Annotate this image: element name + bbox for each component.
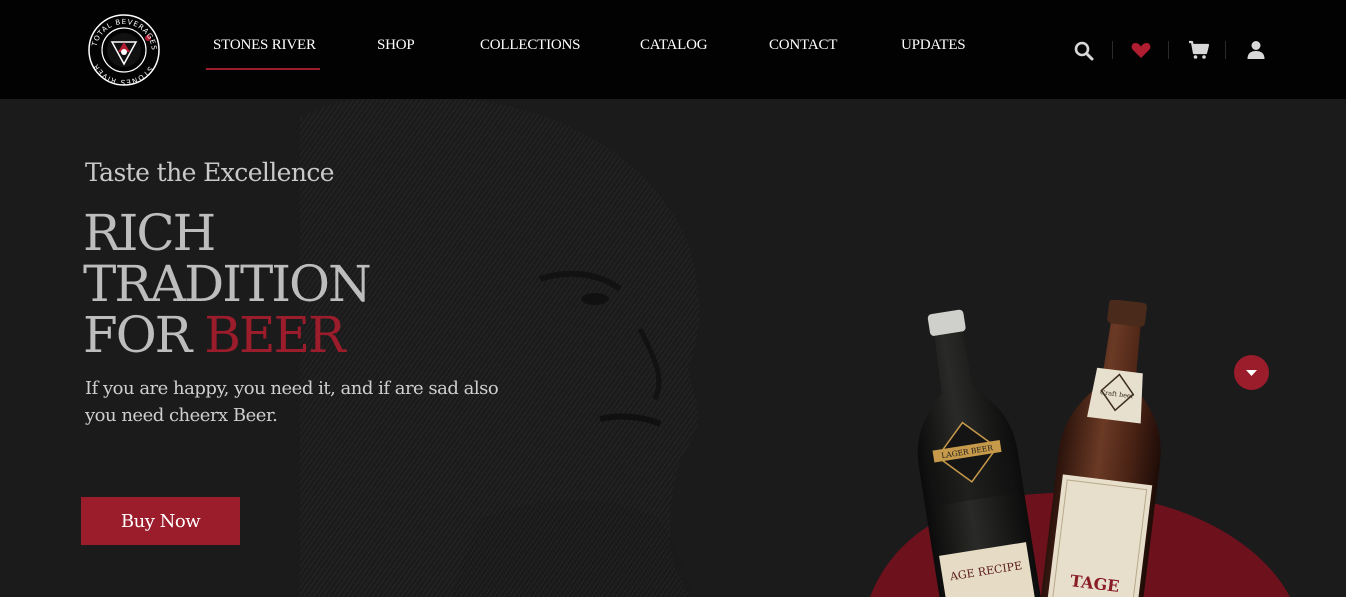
nav-shop[interactable]: SHOP xyxy=(377,37,415,54)
nav-catalog[interactable]: CATALOG xyxy=(640,37,708,54)
icon-divider xyxy=(1168,41,1169,59)
cart-icon[interactable] xyxy=(1187,38,1211,62)
buy-now-button[interactable]: Buy Now xyxy=(81,497,240,545)
nav-collections[interactable]: COLLECTIONS xyxy=(480,37,580,54)
icon-divider xyxy=(1225,41,1226,59)
hero-headline: RICH TRADITION FOR BEER xyxy=(83,204,372,361)
heart-icon[interactable] xyxy=(1129,38,1153,62)
icon-divider xyxy=(1112,41,1113,59)
active-nav-indicator xyxy=(206,68,320,70)
brand-logo[interactable] xyxy=(86,12,162,88)
search-icon[interactable] xyxy=(1072,38,1096,62)
nav-stones-river[interactable]: STONES RIVER xyxy=(213,37,316,54)
beer-bottles-image: LAGER BEER AGE RECIPE Craft beer TAGE xyxy=(870,300,1290,597)
headline-line-3: FOR BEER xyxy=(83,310,370,361)
hero-tagline: Taste the Excellence xyxy=(85,158,335,187)
hero-section: LAGER BEER AGE RECIPE Craft beer TAGE Ta… xyxy=(0,99,1346,597)
headline-line-1: RICH xyxy=(83,204,216,262)
nav-updates[interactable]: UPDATES xyxy=(901,37,966,54)
nav-contact[interactable]: CONTACT xyxy=(769,37,837,54)
hero-subtitle: If you are happy, you need it, and if ar… xyxy=(85,378,499,426)
headline-line-2: TRADITION xyxy=(83,255,372,313)
headline-beer: BEER xyxy=(204,306,345,364)
site-header: TOTAL BEVERAGES STONES RIVER STONES RIVE… xyxy=(0,0,1346,99)
headline-for: FOR xyxy=(83,306,205,364)
user-icon[interactable] xyxy=(1244,38,1268,62)
